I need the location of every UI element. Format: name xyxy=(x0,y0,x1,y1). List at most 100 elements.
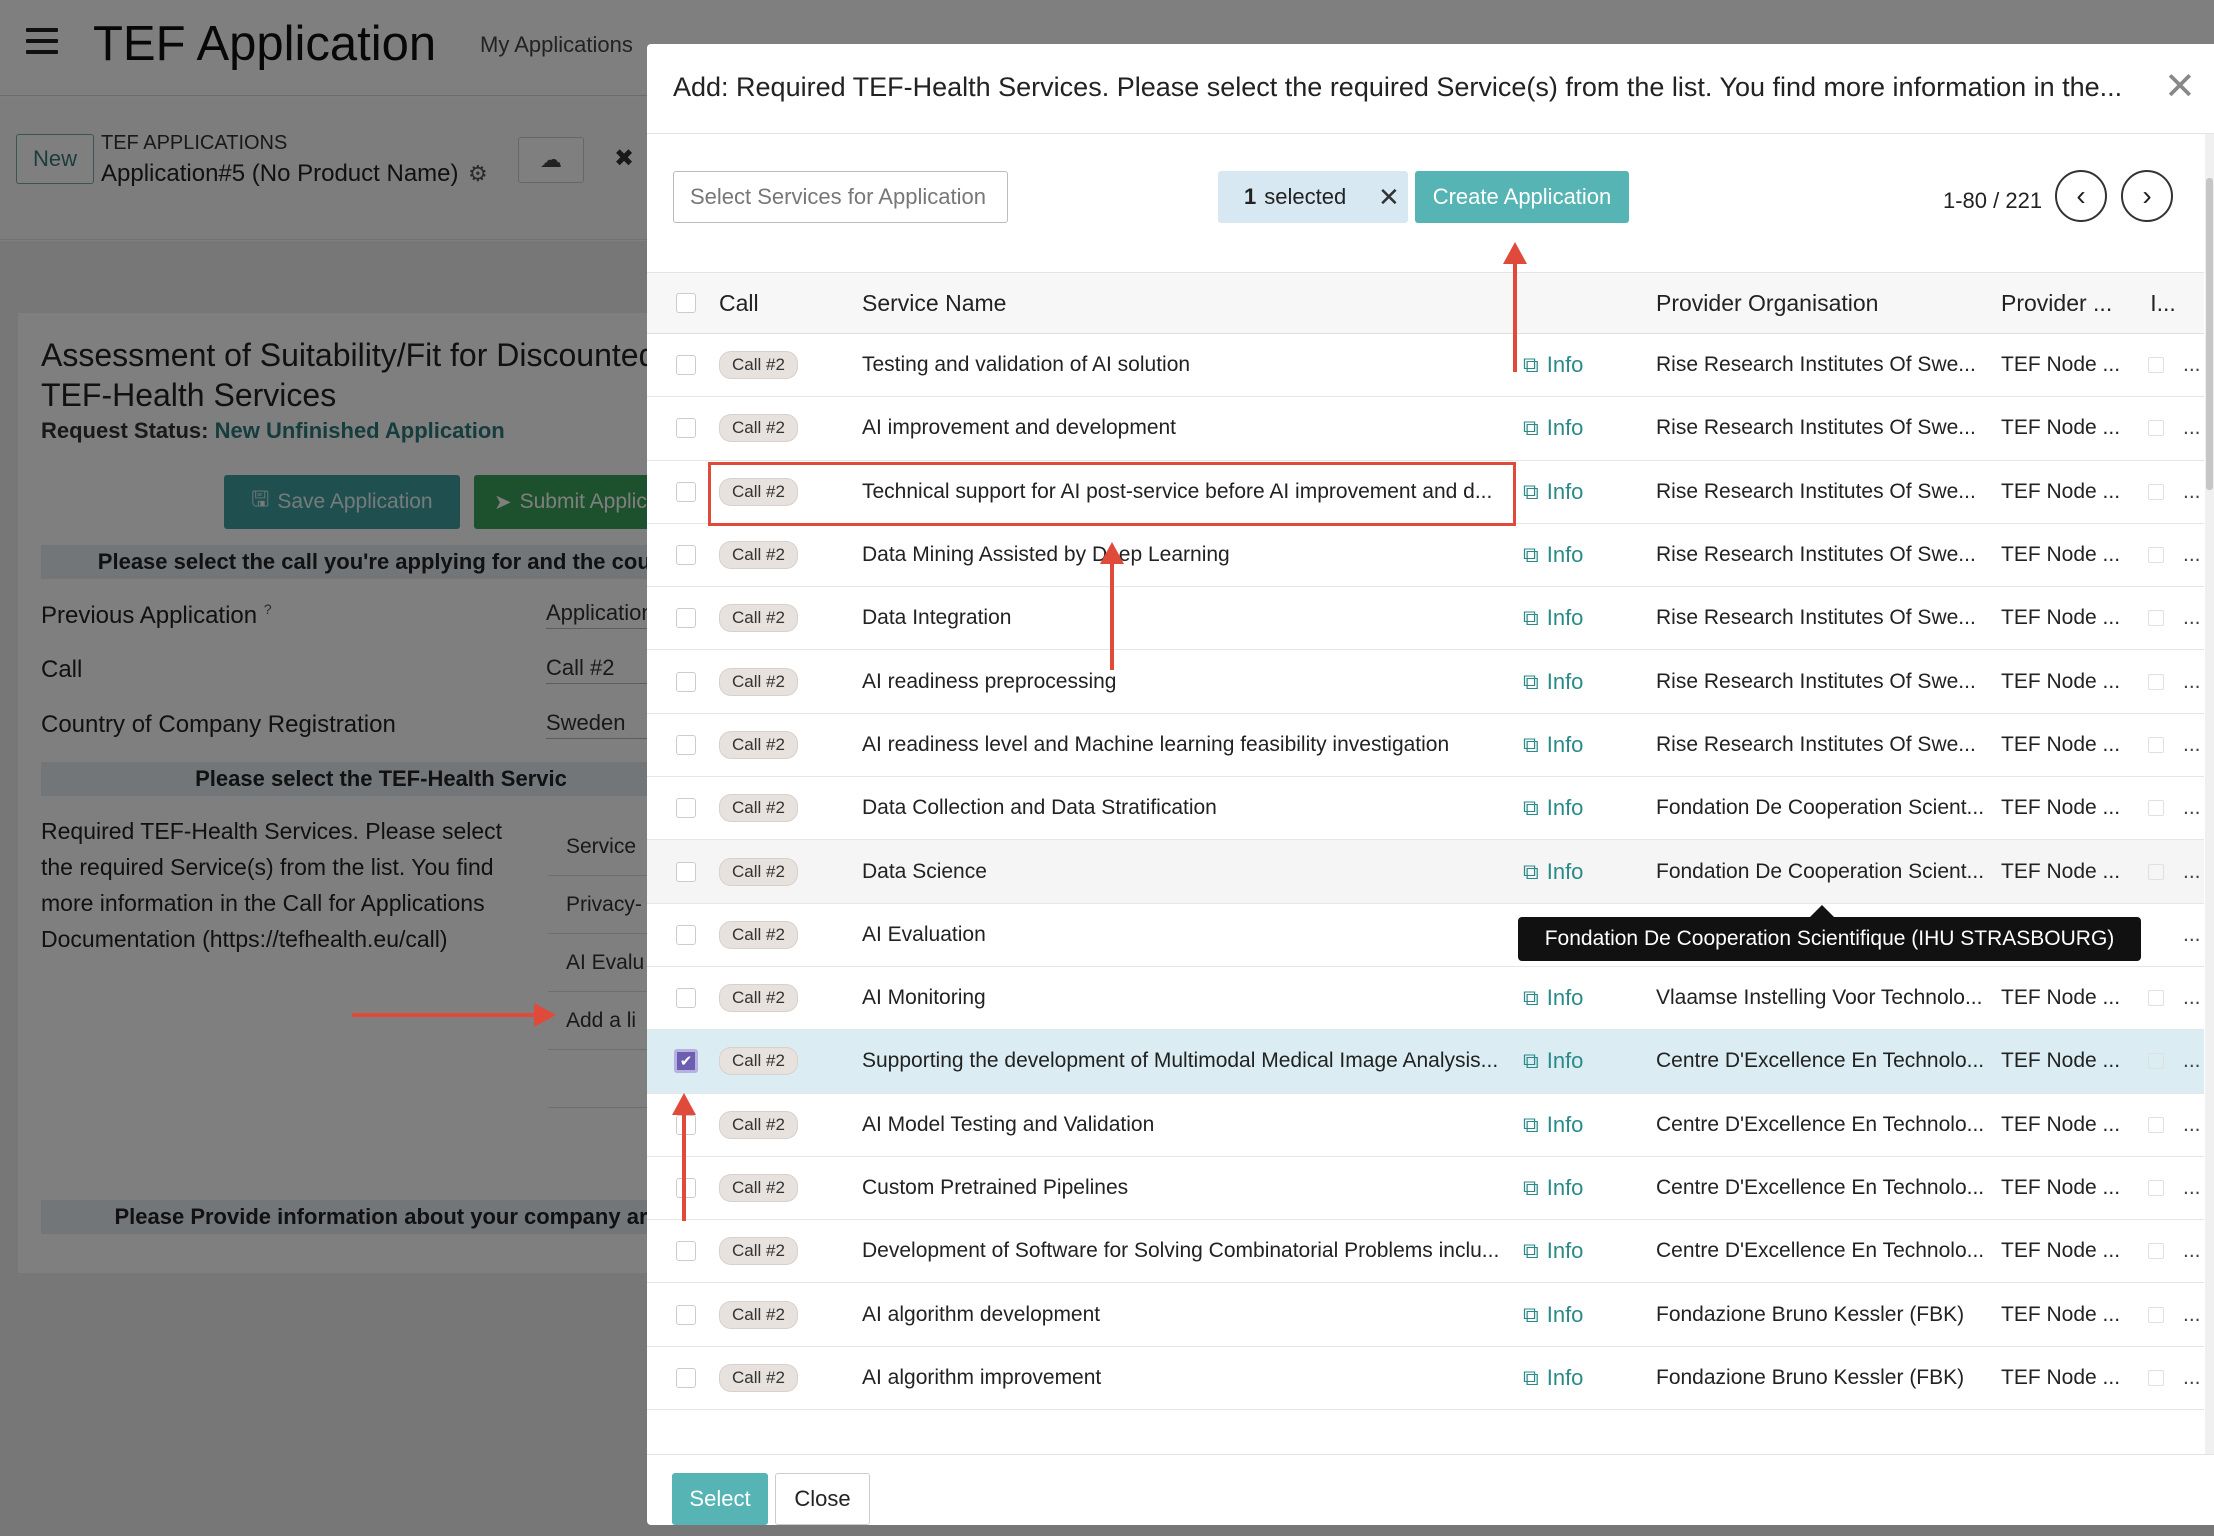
list-item[interactable]: Call #2 AI algorithm improvement ⧉ Info Fond… xyxy=(647,1346,2204,1411)
row-flag[interactable] xyxy=(2143,967,2169,1029)
list-item[interactable]: Call #2 AI algorithm development ⧉ Info Fond… xyxy=(647,1283,2204,1347)
info-link[interactable]: ⧉ Info xyxy=(1523,461,1633,523)
row-flag[interactable] xyxy=(2143,840,2169,902)
services-list: Call Service Name Provider Organisation … xyxy=(647,272,2204,1411)
info-link[interactable]: ⧉ Info xyxy=(1523,714,1633,776)
create-application-button[interactable]: Create Application xyxy=(1415,171,1629,223)
list-item[interactable]: Call #2 Development of Software for Solvi… xyxy=(647,1220,2204,1284)
info-link[interactable]: ⧉ Info xyxy=(1523,650,1633,712)
list-item[interactable]: ✔ Call #2 Supporting the development of Mu… xyxy=(647,1030,2204,1094)
row-flag[interactable] xyxy=(2143,1220,2169,1282)
list-item[interactable]: Call #2 Custom Pretrained Pipelines ⧉ Info C… xyxy=(647,1156,2204,1221)
info-link[interactable]: ⧉ Info xyxy=(1523,777,1633,839)
list-item[interactable]: Call #2 Data Science ⧉ Info Fondation De Coo… xyxy=(647,840,2204,904)
row-checkbox[interactable] xyxy=(671,334,701,396)
list-item[interactable]: Call #2 Data Mining Assisted by Deep Lear… xyxy=(647,523,2204,588)
list-item[interactable]: Call #2 AI improvement and development ⧉ In… xyxy=(647,397,2204,461)
row-flag[interactable] xyxy=(2143,587,2169,649)
list-item[interactable]: Call #2 AI readiness preprocessing ⧉ Info Ri… xyxy=(647,650,2204,714)
row-flag[interactable] xyxy=(2143,524,2169,586)
info-link[interactable]: ⧉ Info xyxy=(1523,1094,1633,1156)
row-more-menu[interactable]: ... xyxy=(2183,840,2203,902)
row-more-menu[interactable]: ... xyxy=(2183,1157,2203,1219)
info-link[interactable]: ⧉ Info xyxy=(1523,967,1633,1029)
row-checkbox[interactable] xyxy=(671,461,701,523)
service-name: AI algorithm improvement xyxy=(862,1365,1102,1389)
info-link[interactable]: ⧉ Info xyxy=(1523,334,1633,396)
row-flag[interactable] xyxy=(2143,397,2169,459)
next-page-button[interactable]: › xyxy=(2121,170,2173,222)
row-checkbox[interactable] xyxy=(671,840,701,902)
row-more-menu[interactable]: ... xyxy=(2183,1283,2203,1345)
row-more-menu[interactable]: ... xyxy=(2183,334,2203,396)
select-button[interactable]: Select xyxy=(672,1473,768,1525)
row-checkbox[interactable] xyxy=(671,397,701,459)
row-checkbox[interactable] xyxy=(671,1220,701,1282)
row-flag[interactable] xyxy=(2143,1030,2169,1092)
list-item[interactable]: Call #2 Data Integration ⧉ Info Rise Researc… xyxy=(647,587,2204,651)
scrollbar-thumb[interactable] xyxy=(2206,178,2213,490)
row-more-menu[interactable]: ... xyxy=(2183,1347,2203,1409)
row-more-menu[interactable]: ... xyxy=(2183,1030,2203,1092)
search-input[interactable] xyxy=(673,171,1008,223)
info-link[interactable]: ⧉ Info xyxy=(1523,524,1633,586)
info-link[interactable]: ⧉ Info xyxy=(1523,1283,1633,1345)
column-header-extra[interactable]: I... xyxy=(2143,273,2183,333)
close-button[interactable]: Close xyxy=(775,1473,870,1525)
row-checkbox[interactable]: ✔ xyxy=(671,1030,701,1092)
row-flag[interactable] xyxy=(2143,650,2169,712)
provider-node: TEF Node ... xyxy=(2001,1302,2121,1326)
info-link[interactable]: ⧉ Info xyxy=(1523,1347,1633,1409)
row-more-menu[interactable]: ... xyxy=(2183,397,2203,459)
row-more-menu[interactable]: ... xyxy=(2183,461,2203,523)
list-item[interactable]: Call #2 AI Monitoring ⧉ Info Vlaamse Instell… xyxy=(647,966,2204,1031)
row-flag[interactable] xyxy=(2143,1347,2169,1409)
row-checkbox[interactable] xyxy=(671,650,701,712)
column-header-provider-organisation[interactable]: Provider Organisation xyxy=(1656,273,1986,333)
list-scrollbar[interactable] xyxy=(2205,134,2214,1454)
row-more-menu[interactable]: ... xyxy=(2183,1220,2203,1282)
row-flag[interactable] xyxy=(2143,714,2169,776)
info-link[interactable]: ⧉ Info xyxy=(1523,587,1633,649)
row-checkbox[interactable] xyxy=(671,1283,701,1345)
row-checkbox[interactable] xyxy=(671,1347,701,1409)
previous-page-button[interactable]: ‹ xyxy=(2055,170,2107,222)
info-link[interactable]: ⧉ Info xyxy=(1523,1030,1633,1092)
list-item[interactable]: Call #2 AI readiness level and Machine le… xyxy=(647,713,2204,778)
row-checkbox[interactable] xyxy=(671,1157,701,1219)
row-flag[interactable] xyxy=(2143,461,2169,523)
row-flag[interactable] xyxy=(2143,334,2169,396)
row-more-menu[interactable]: ... xyxy=(2183,1094,2203,1156)
row-checkbox[interactable] xyxy=(671,904,701,966)
column-header-provider-node[interactable]: Provider ... xyxy=(2001,273,2127,333)
close-icon[interactable]: ✕ xyxy=(2164,68,2196,106)
list-item[interactable]: Call #2 Data Collection and Data Stratifi… xyxy=(647,777,2204,841)
row-checkbox[interactable] xyxy=(671,714,701,776)
info-link[interactable]: ⧉ Info xyxy=(1523,1157,1633,1219)
row-more-menu[interactable]: ... xyxy=(2183,904,2203,966)
list-item[interactable]: Call #2 AI Model Testing and Validation ⧉ I… xyxy=(647,1093,2204,1157)
row-more-menu[interactable]: ... xyxy=(2183,777,2203,839)
row-more-menu[interactable]: ... xyxy=(2183,967,2203,1029)
row-more-menu[interactable]: ... xyxy=(2183,714,2203,776)
row-flag[interactable] xyxy=(2143,1283,2169,1345)
row-flag[interactable] xyxy=(2143,1157,2169,1219)
row-more-menu[interactable]: ... xyxy=(2183,650,2203,712)
info-link[interactable]: ⧉ Info xyxy=(1523,1220,1633,1282)
row-checkbox[interactable] xyxy=(671,967,701,1029)
row-more-menu[interactable]: ... xyxy=(2183,587,2203,649)
info-link[interactable]: ⧉ Info xyxy=(1523,840,1633,902)
row-checkbox[interactable] xyxy=(671,777,701,839)
row-flag[interactable] xyxy=(2143,777,2169,839)
clear-selection-icon[interactable]: ✕ xyxy=(1378,182,1400,213)
info-link[interactable]: ⧉ Info xyxy=(1523,397,1633,459)
row-flag[interactable] xyxy=(2143,1094,2169,1156)
column-header-call[interactable]: Call xyxy=(719,273,829,333)
select-all-checkbox[interactable] xyxy=(671,273,701,333)
list-item[interactable]: Call #2 Testing and validation of AI solu… xyxy=(647,334,2204,398)
service-name: AI Evaluation xyxy=(862,922,986,946)
column-header-service-name[interactable]: Service Name xyxy=(862,273,1504,333)
row-checkbox[interactable] xyxy=(671,587,701,649)
row-checkbox[interactable] xyxy=(671,524,701,586)
row-more-menu[interactable]: ... xyxy=(2183,524,2203,586)
